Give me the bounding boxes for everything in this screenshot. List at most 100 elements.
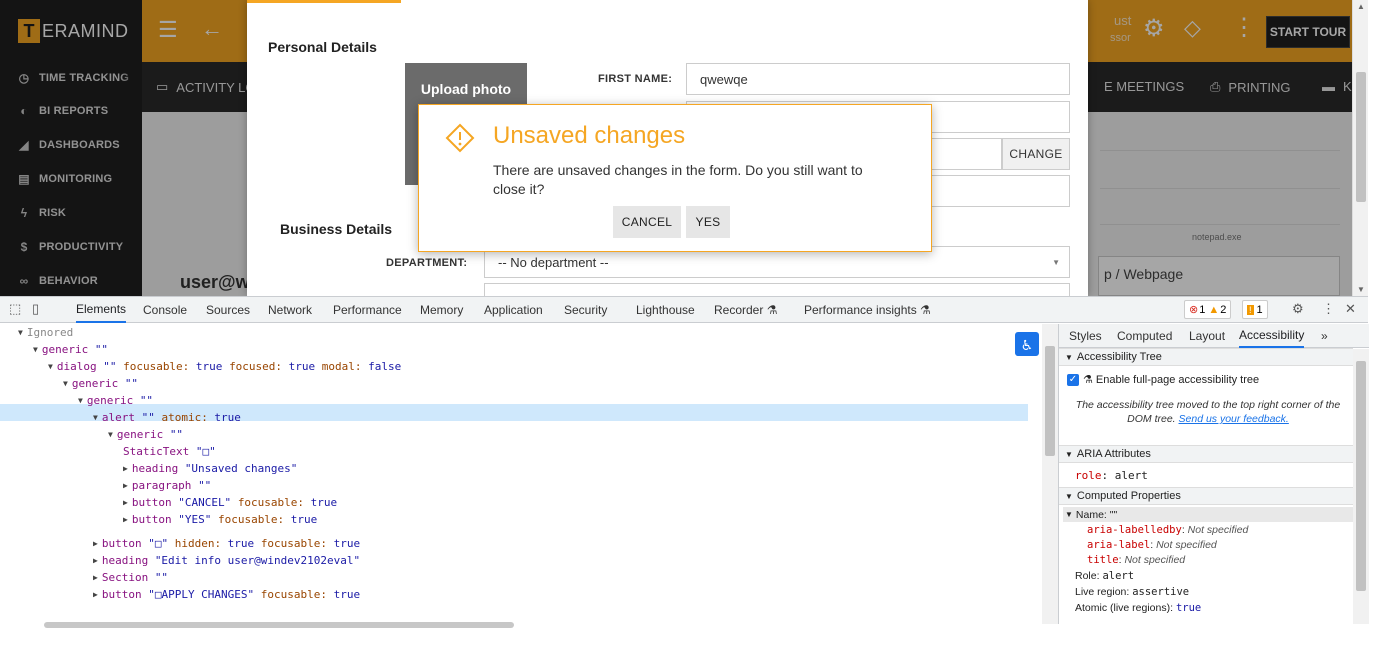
feedback-link[interactable]: Send us your feedback.: [1179, 413, 1289, 425]
tree-node[interactable]: ▶ button "□APPLY CHANGES" focusable: true: [93, 586, 360, 603]
console-counts-badge[interactable]: ⊗ 1 ▲ 2: [1184, 300, 1232, 319]
tab-computed[interactable]: Computed: [1117, 324, 1172, 348]
node-role: generic: [86, 394, 134, 407]
tree-node[interactable]: ▼ generic "": [78, 392, 153, 409]
node-name: "□": [148, 537, 169, 550]
expand-triangle-icon[interactable]: ▼: [48, 362, 53, 371]
accessibility-person-icon[interactable]: ♿︎: [1015, 332, 1039, 356]
sidebar-scrollbar[interactable]: [1353, 349, 1369, 624]
tree-node[interactable]: ▶ Section "": [93, 569, 168, 586]
prop-value: Not specified: [1124, 554, 1186, 566]
tab-recorder[interactable]: Recorder ⚗: [714, 297, 777, 323]
tab-layout[interactable]: Layout: [1189, 324, 1225, 348]
attr-key: role: [1075, 469, 1102, 482]
aria-attributes-header[interactable]: ▼ ARIA Attributes: [1059, 445, 1353, 463]
tree-scrollbar[interactable]: [1042, 324, 1058, 624]
tab-elements[interactable]: Elements: [76, 297, 127, 323]
prop-value: true: [284, 513, 318, 526]
cancel-button[interactable]: CANCEL: [613, 206, 681, 238]
tree-node[interactable]: ▶ button "□" hidden: true focusable: true: [93, 535, 360, 552]
next-field-input[interactable]: [484, 283, 1070, 296]
sidebar-tabs: Styles Computed Layout Accessibility »: [1059, 324, 1369, 348]
more-tabs-icon[interactable]: »: [1321, 324, 1328, 348]
first-name-label: FIRST NAME:: [598, 73, 673, 85]
prop-value: false: [361, 360, 402, 373]
expand-triangle-icon[interactable]: ▶: [123, 464, 128, 473]
tab-security[interactable]: Security: [564, 297, 607, 323]
tree-node[interactable]: ▶ button "YES" focusable: true: [123, 511, 317, 528]
scroll-up-icon[interactable]: ▲: [1357, 2, 1365, 11]
tab-memory[interactable]: Memory: [420, 297, 463, 323]
devtools-settings-icon[interactable]: ⚙: [1292, 301, 1304, 317]
tab-lighthouse[interactable]: Lighthouse: [636, 297, 695, 323]
tab-styles[interactable]: Styles: [1069, 324, 1102, 348]
accessibility-tree-header[interactable]: ▼ Accessibility Tree: [1059, 348, 1353, 366]
labelledby-row: aria-labelledby: Not specified: [1087, 524, 1249, 536]
checkbox-checked-icon[interactable]: ✓: [1067, 373, 1079, 386]
expand-triangle-icon[interactable]: ▶: [123, 481, 128, 490]
node-props: focusable: true: [218, 513, 317, 526]
collapse-triangle-icon: ▼: [1065, 352, 1073, 362]
page-scrollbar[interactable]: ▲ ▼: [1352, 0, 1368, 296]
first-name-input[interactable]: qwewqe: [686, 63, 1070, 95]
live-region-row: Live region: assertive: [1075, 586, 1190, 598]
enable-full-page-label: Enable full-page accessibility tree: [1095, 373, 1260, 386]
inspect-element-icon[interactable]: ⬚: [9, 301, 21, 317]
change-button[interactable]: CHANGE: [1002, 138, 1070, 170]
tab-accessibility[interactable]: Accessibility: [1239, 324, 1305, 348]
expand-triangle-icon[interactable]: ▼: [33, 345, 38, 354]
tab-network[interactable]: Network: [268, 297, 312, 323]
tab-application[interactable]: Application: [484, 297, 543, 323]
tree-node[interactable]: StaticText "□": [123, 443, 216, 460]
tree-node[interactable]: ▶ heading "Edit info user@windev2102eval": [93, 552, 360, 569]
node-name: "": [169, 428, 184, 441]
expand-triangle-icon[interactable]: ▼: [108, 430, 113, 439]
devtools-more-icon[interactable]: ⋮: [1322, 301, 1335, 317]
horizontal-scrollbar[interactable]: [44, 622, 514, 628]
tree-node[interactable]: ▶ heading "Unsaved changes": [123, 460, 297, 477]
expand-triangle-icon[interactable]: ▼: [93, 413, 98, 422]
expand-triangle-icon[interactable]: ▶: [93, 556, 98, 565]
node-name: "CANCEL": [178, 496, 232, 509]
upload-photo-label: Upload photo: [420, 81, 512, 97]
pane-title: Accessibility Tree: [1076, 351, 1162, 363]
scrollbar-thumb[interactable]: [1045, 346, 1055, 456]
scrollbar-thumb[interactable]: [1356, 72, 1366, 202]
expand-triangle-icon[interactable]: ▶: [93, 539, 98, 548]
yes-button[interactable]: YES: [686, 206, 730, 238]
expand-triangle-icon[interactable]: ▶: [93, 590, 98, 599]
scroll-down-icon[interactable]: ▼: [1357, 285, 1365, 294]
expand-triangle-icon[interactable]: ▶: [93, 573, 98, 582]
tab-sources[interactable]: Sources: [206, 297, 250, 323]
expand-triangle-icon[interactable]: ▶: [123, 515, 128, 524]
node-role: StaticText: [123, 445, 190, 458]
prop-value: true: [327, 537, 361, 550]
tree-node[interactable]: ▼ generic "": [63, 375, 138, 392]
expand-triangle-icon[interactable]: ▼: [78, 396, 83, 405]
atomic-row: Atomic (live regions): true: [1075, 602, 1202, 614]
tree-node[interactable]: ▶ button "CANCEL" focusable: true: [123, 494, 337, 511]
tree-node[interactable]: ▼ Ignored: [18, 324, 73, 341]
close-devtools-icon[interactable]: ✕: [1345, 301, 1356, 317]
node-role: heading: [131, 462, 179, 475]
name-row[interactable]: ▼ Name: "": [1063, 507, 1353, 522]
tab-performance[interactable]: Performance: [333, 297, 402, 323]
tab-console[interactable]: Console: [143, 297, 187, 323]
issues-badge[interactable]: ! 1: [1242, 300, 1268, 319]
enable-full-page-row[interactable]: ✓ ⚗ Enable full-page accessibility tree: [1067, 373, 1259, 386]
tree-node[interactable]: ▼ generic "": [108, 426, 183, 443]
tree-node[interactable]: ▶ paragraph "": [123, 477, 211, 494]
device-toolbar-icon[interactable]: ▯: [32, 301, 39, 317]
tree-node[interactable]: ▼ generic "": [33, 341, 108, 358]
expand-triangle-icon[interactable]: ▼: [18, 328, 23, 337]
scrollbar-thumb[interactable]: [1356, 361, 1366, 591]
aria-label-row: aria-label: Not specified: [1087, 539, 1217, 551]
node-role: button: [101, 588, 142, 601]
tab-performance-insights[interactable]: Performance insights ⚗: [804, 297, 931, 323]
error-count: 1: [1199, 303, 1206, 316]
tree-node[interactable]: ▼ dialog "" focusable: true focused: true…: [48, 358, 401, 375]
computed-properties-header[interactable]: ▼ Computed Properties: [1059, 487, 1353, 505]
tree-node[interactable]: ▼ alert "" atomic: true: [93, 409, 241, 426]
expand-triangle-icon[interactable]: ▶: [123, 498, 128, 507]
expand-triangle-icon[interactable]: ▼: [63, 379, 68, 388]
